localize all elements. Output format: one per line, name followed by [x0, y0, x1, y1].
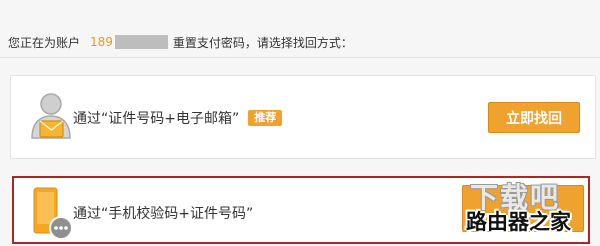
option-label-phone-id: 通过“手机校验码+证件号码” — [73, 206, 254, 222]
person-head — [40, 93, 62, 115]
option-label-id-email: 通过“证件号码+电子邮箱” — [73, 111, 240, 127]
dot-2 — [59, 226, 63, 230]
phone-message-icon — [33, 187, 75, 241]
option-row-phone-id: 通过“手机校验码+证件号码” — [73, 204, 253, 222]
phone-screen — [37, 192, 54, 224]
recover-now-button[interactable]: 立即找回 — [488, 102, 580, 133]
recommended-badge: 推荐 — [248, 110, 283, 126]
dot-3 — [64, 226, 68, 230]
watermark-bottom: 路由器之家 — [466, 210, 571, 234]
header-divider — [0, 57, 600, 58]
instructions-suffix: 重置支付密码，请选择找回方式： — [172, 35, 353, 50]
instructions-prefix: 您正在为账户 — [8, 35, 81, 50]
person-envelope-icon — [29, 92, 73, 142]
option-row-id-email: 通过“证件号码+电子邮箱” 推荐 — [73, 109, 283, 127]
person-envelope-icon-svg — [31, 93, 71, 139]
dot-1 — [54, 226, 58, 230]
reset-instructions: 您正在为账户 189 重置支付密码，请选择找回方式： — [8, 34, 353, 50]
phone-message-icon-svg — [33, 187, 73, 240]
option-card-id-email[interactable]: 通过“证件号码+电子邮箱” 推荐 立即找回 — [10, 75, 596, 159]
account-number-visible: 189 — [90, 35, 113, 49]
redacted-account-digits — [114, 35, 168, 49]
